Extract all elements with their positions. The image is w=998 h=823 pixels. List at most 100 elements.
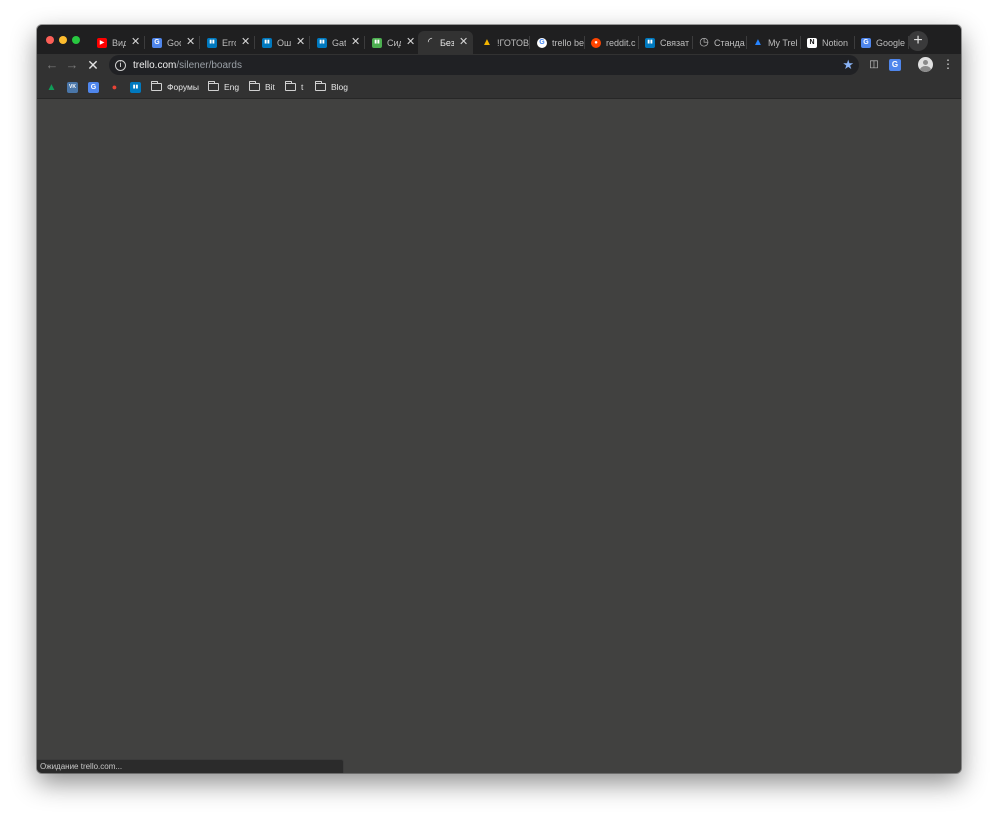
folder-icon [208,81,219,91]
tab-title: Станда [714,37,745,48]
google-translate-icon: G [861,37,871,48]
stop-loading-button[interactable]: ✕ [84,56,102,74]
vk-icon: VK [67,81,78,93]
loading-spinner-icon: ◜ [427,36,433,48]
bookmark-google-docs[interactable]: G [88,80,99,94]
trello-icon: ▮▮ [645,37,655,48]
tab-title: Связат [660,37,690,48]
tab-4[interactable]: ▮▮ Gat ✕ [310,31,365,54]
window-close-button[interactable] [46,36,54,44]
clock-icon: ◷ [699,36,709,48]
tab-7[interactable]: ▲ !ГОТОВ [475,31,530,54]
folder-icon [315,81,326,91]
tab-10[interactable]: ▮▮ Связат [638,31,693,54]
tab-14[interactable]: G Google [854,31,909,54]
site-info-icon[interactable]: i [115,59,126,71]
bookmark-folder-label: Blog [331,82,349,92]
tab-5[interactable]: ▮▮ Сид ✕ [365,31,420,54]
tab-title: !ГОТОВ [497,37,529,48]
tab-9[interactable]: ● reddit.c [584,31,639,54]
bookmarks-bar: ▲ VK G ● ▮▮ Форумы Eng Bit t Blog [37,76,961,99]
trello-icon: ▮▮ [262,37,272,48]
tab-strip: ▶ Вид ✕ G Goo ✕ ▮▮ Erro ✕ ▮▮ Ош ✕ ▮▮ Gat [37,25,961,54]
tab-title: Вид [112,37,126,48]
tab-close-icon[interactable]: ✕ [406,37,416,48]
tab-close-icon[interactable]: ✕ [131,37,141,48]
address-bar[interactable]: i trello.com/silener/boards ★ [109,55,859,75]
tab-title: Gat [332,37,346,48]
google-drive-icon: ▲ [46,81,57,93]
tab-title: Без [440,37,454,48]
bookmark-folder-label: Форумы [167,82,199,92]
google-docs-icon: G [152,37,162,48]
tab-0[interactable]: ▶ Вид ✕ [90,31,145,54]
bookmark-folder-label: Bit [265,82,275,92]
bookmark-folder-eng[interactable]: Eng [208,80,239,94]
window-minimize-button[interactable] [59,36,67,44]
google-drive-icon: ▲ [482,36,492,48]
tab-close-icon[interactable]: ✕ [241,37,251,48]
tab-title: Сид [387,37,401,48]
tab-title: trello be [552,37,585,48]
back-button[interactable]: ← [43,56,61,74]
tab-title: Notion [822,37,849,48]
pocket-extension-icon[interactable]: ◫ [867,58,881,72]
tab-11[interactable]: ◷ Станда [692,31,747,54]
tab-title: Erro [222,37,236,48]
folder-icon [285,81,296,91]
tab-title: reddit.c [606,37,636,48]
bookmark-folder-t[interactable]: t [285,80,303,94]
youtube-icon: ▶ [97,37,107,48]
page-content-area: Ожидание trello.com... [37,99,961,773]
folder-icon [151,81,162,91]
url-path: /silener/boards [176,59,242,71]
forward-button[interactable]: → [63,56,81,74]
window-maximize-button[interactable] [72,36,80,44]
tab-title: Goo [167,37,181,48]
tab-title: My Trel [768,37,798,48]
google-translate-extension-icon[interactable]: G [889,59,901,71]
trello-icon: ▮▮ [317,37,327,48]
google-icon: G [537,37,547,48]
tab-2[interactable]: ▮▮ Erro ✕ [200,31,255,54]
tab-8[interactable]: G trello be [530,31,585,54]
bookmark-google-drive[interactable]: ▲ [46,80,57,94]
url-text[interactable]: trello.com/silener/boards [133,60,242,71]
maps-pin-icon: ● [111,82,118,92]
bookmark-vk[interactable]: VK [67,80,78,94]
notion-icon: N [807,37,817,48]
status-bubble: Ожидание trello.com... [37,759,344,773]
reddit-icon: ● [591,37,601,48]
tab-close-icon[interactable]: ✕ [351,37,361,48]
tab-close-icon[interactable]: ✕ [186,37,196,48]
bookmark-folder-bit[interactable]: Bit [249,80,275,94]
tab-close-icon[interactable]: ✕ [459,37,469,48]
tab-title: Google [876,37,906,48]
trello-icon: ▮▮ [130,81,141,93]
tab-13[interactable]: N Notion [800,31,855,54]
bookmark-folder-forums[interactable]: Форумы [151,80,199,94]
bookmark-folder-label: Eng [224,82,240,92]
kebab-menu-icon[interactable]: ⋮ [942,57,954,72]
tab-close-icon[interactable]: ✕ [296,37,306,48]
tab-3[interactable]: ▮▮ Ош ✕ [255,31,310,54]
bookmark-star-icon[interactable]: ★ [842,57,854,73]
bookmark-maps[interactable]: ● [109,80,120,94]
new-tab-button[interactable]: + [908,31,928,51]
profile-avatar[interactable] [918,57,933,72]
tab-title: Ош [277,37,291,48]
atlassian-icon: ▲ [753,36,763,48]
google-docs-icon: G [88,81,99,93]
bookmark-trello[interactable]: ▮▮ [130,80,141,94]
browser-window: ▶ Вид ✕ G Goo ✕ ▮▮ Erro ✕ ▮▮ Ош ✕ ▮▮ Gat [37,25,961,773]
tab-1[interactable]: G Goo ✕ [145,31,200,54]
tab-12[interactable]: ▲ My Trel [746,31,801,54]
bookmark-folder-label: t [301,82,304,92]
toolbar: ← → ✕ i trello.com/silener/boards ★ ◫ G … [37,54,961,76]
trello-icon: ▮▮ [372,37,382,48]
bookmark-folder-blog[interactable]: Blog [315,80,348,94]
url-host: trello.com [133,59,177,71]
trello-icon: ▮▮ [207,37,217,48]
tab-6-active[interactable]: ◜ Без ✕ [418,31,473,54]
folder-icon [249,81,260,91]
